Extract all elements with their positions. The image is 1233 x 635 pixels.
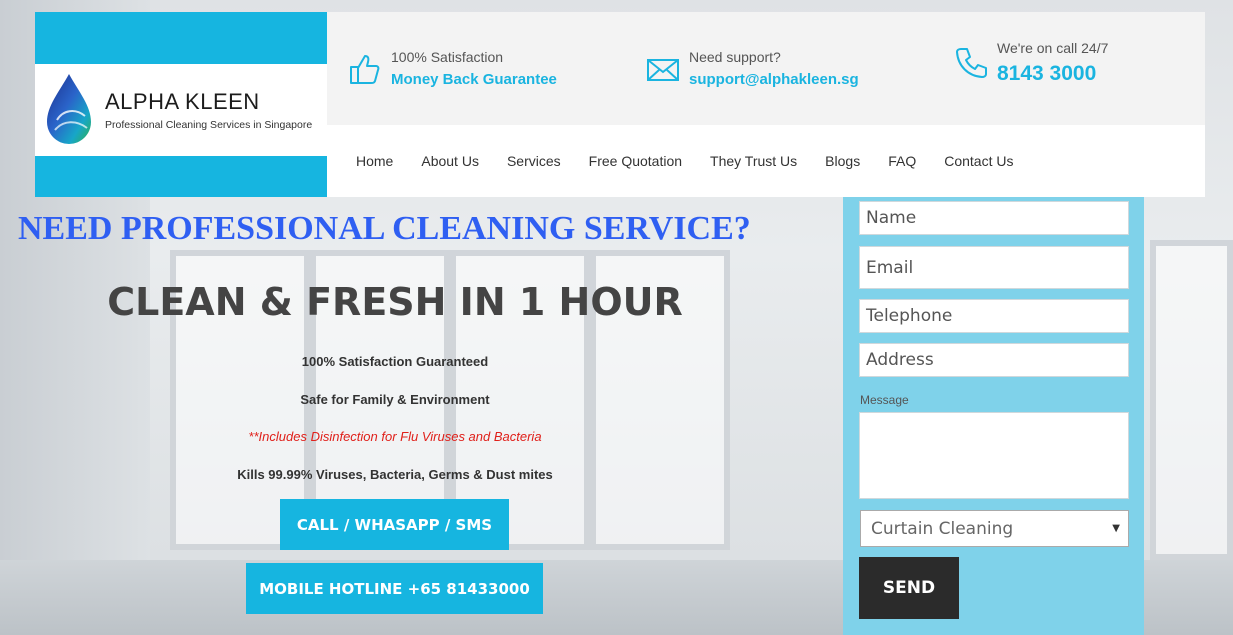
water-drop-logo-icon: [47, 74, 91, 144]
satisfaction-small: 100% Satisfaction: [391, 49, 504, 65]
name-input[interactable]: Name: [859, 201, 1129, 235]
hero-subhead: CLEAN & FRESH IN 1 HOUR: [107, 280, 683, 324]
logo-block[interactable]: ALPHA KLEEN Professional Cleaning Servic…: [35, 12, 327, 197]
main-nav: Home About Us Services Free Quotation Th…: [327, 125, 1205, 197]
brand-tagline: Professional Cleaning Services in Singap…: [105, 119, 313, 131]
quote-form: Name Email Telephone Address Message Cur…: [843, 197, 1144, 635]
message-label: Message: [860, 393, 909, 407]
nav-contact-us[interactable]: Contact Us: [944, 153, 1013, 169]
nav-blogs[interactable]: Blogs: [825, 153, 860, 169]
nav-about-us[interactable]: About Us: [421, 153, 479, 169]
satisfaction-big: Money Back Guarantee: [391, 71, 557, 88]
call-small: We're on call 24/7: [997, 39, 1109, 56]
logo: ALPHA KLEEN Professional Cleaning Servic…: [35, 64, 327, 156]
top-info-bar: 100% Satisfaction Money Back Guarantee N…: [327, 12, 1205, 125]
call-number-link[interactable]: 8143 3000: [997, 62, 1108, 86]
nav-services[interactable]: Services: [507, 153, 561, 169]
hero-line-kills: Kills 99.99% Viruses, Bacteria, Germs & …: [237, 467, 553, 482]
brand-name: ALPHA KLEEN: [105, 89, 260, 114]
hero-line-satisfaction: 100% Satisfaction Guaranteed: [301, 354, 489, 369]
phone-icon: [956, 47, 987, 78]
envelope-icon: [647, 58, 679, 81]
service-selected-value: Curtain Cleaning: [871, 518, 1014, 539]
thumbs-up-icon: [350, 54, 380, 84]
send-button[interactable]: SEND: [859, 557, 959, 619]
address-input[interactable]: Address: [859, 343, 1129, 377]
hero-line-disinfection: **Includes Disinfection for Flu Viruses …: [248, 429, 542, 444]
nav-free-quotation[interactable]: Free Quotation: [589, 153, 682, 169]
mobile-hotline-button[interactable]: MOBILE HOTLINE +65 81433000: [246, 563, 543, 614]
satisfaction-info: 100% Satisfaction Money Back Guarantee: [347, 12, 557, 125]
nav-they-trust-us[interactable]: They Trust Us: [710, 153, 797, 169]
support-info: Need support? support@alphakleen.sg: [645, 12, 859, 125]
nav-faq[interactable]: FAQ: [888, 153, 916, 169]
hero-headline: NEED PROFESSIONAL CLEANING SERVICE?: [18, 210, 751, 247]
call-whatsapp-sms-button[interactable]: CALL / WHASAPP / SMS: [280, 499, 509, 550]
support-small: Need support?: [689, 49, 781, 65]
email-input[interactable]: Email: [859, 246, 1129, 289]
call-info: We're on call 24/7 8143 3000: [953, 6, 1108, 119]
nav-home[interactable]: Home: [356, 153, 393, 169]
message-textarea[interactable]: [859, 412, 1129, 499]
hero-line-safe: Safe for Family & Environment: [300, 392, 490, 407]
support-email-link[interactable]: support@alphakleen.sg: [689, 71, 859, 88]
telephone-input[interactable]: Telephone: [859, 299, 1129, 333]
service-select[interactable]: Curtain Cleaning ▼: [860, 510, 1129, 547]
caret-down-icon: ▼: [1112, 523, 1120, 534]
